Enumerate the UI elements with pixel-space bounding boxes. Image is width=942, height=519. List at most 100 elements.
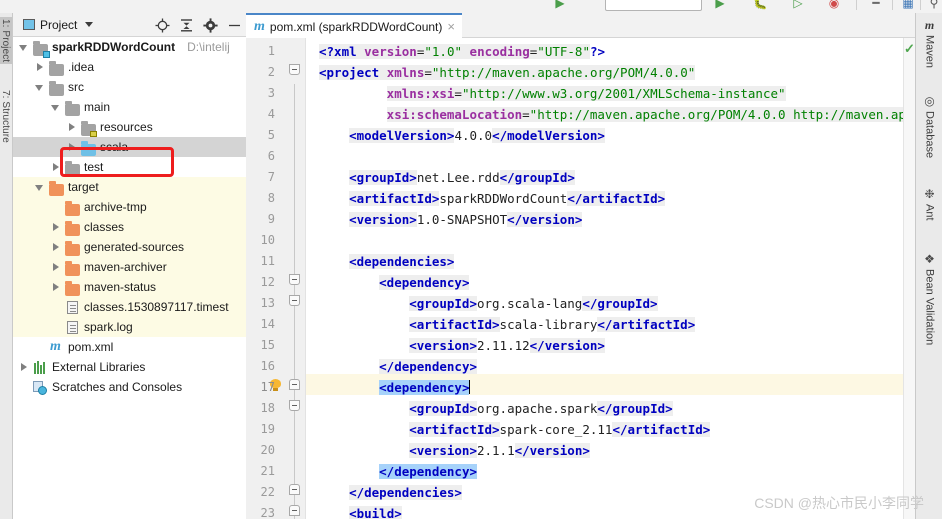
text-file-icon: [65, 321, 80, 334]
strip-item-database[interactable]: ◎ Database: [917, 95, 942, 159]
tree-node-label: External Libraries: [52, 360, 146, 374]
code-lines[interactable]: <?xml version="1.0" encoding="UTF-8"?> <p…: [307, 38, 915, 519]
chevron-down-icon[interactable]: [35, 83, 44, 92]
search-icon[interactable]: ⚲: [926, 0, 942, 11]
chevron-right-icon[interactable]: [51, 243, 60, 252]
code-token: <groupId>: [409, 401, 477, 416]
code-line[interactable]: <groupId>net.Lee.rdd</groupId>: [349, 167, 575, 188]
settings-gear-icon[interactable]: [203, 17, 218, 33]
chevron-down-icon[interactable]: [85, 22, 94, 27]
fold-marker[interactable]: [289, 274, 300, 285]
code-line[interactable]: xmlns:xsi="http://www.w3.org/2001/XMLSch…: [386, 83, 786, 104]
chevron-right-icon[interactable]: [51, 163, 60, 172]
code-area[interactable]: 1 2 3 4 5 6 7 8 9 10 11 12 13 14 15 16 17 18 19 20 21 22 23 <?…: [246, 38, 915, 519]
code-line[interactable]: <dependency>: [379, 272, 470, 293]
strip-item-project[interactable]: 1: Project: [0, 17, 12, 65]
chevron-right-icon[interactable]: [67, 123, 76, 132]
profile-icon[interactable]: ◉: [826, 0, 842, 11]
code-token: </groupId>: [499, 170, 575, 185]
debug-icon[interactable]: 🐛: [752, 0, 768, 11]
strip-item-bean-validation[interactable]: ❖ Bean Validation: [917, 253, 942, 346]
code-line[interactable]: <artifactId>scala-library</artifactId>: [409, 314, 696, 335]
editor-gutter[interactable]: 1 2 3 4 5 6 7 8 9 10 11 12 13 14 15 16 17 18 19 20 21 22 23: [246, 38, 306, 519]
tree-node-classes[interactable]: classes: [13, 217, 246, 237]
tree-node-maven-status[interactable]: maven-status: [13, 277, 246, 297]
tree-node-external-libraries[interactable]: External Libraries: [13, 357, 246, 377]
code-line[interactable]: <artifactId>spark-core_2.11</artifactId>: [409, 419, 711, 440]
chevron-right-icon[interactable]: [51, 263, 60, 272]
code-line[interactable]: <project xmlns="http://maven.apache.org/…: [319, 62, 696, 83]
chevron-right-icon[interactable]: [51, 283, 60, 292]
tree-node-pom-xml[interactable]: m pom.xml: [13, 337, 246, 357]
coverage-icon[interactable]: ▷: [790, 0, 806, 11]
project-tree[interactable]: sparkRDDWordCount D:\intelij .idea src main r…: [13, 37, 246, 519]
code-line[interactable]: <build>: [349, 503, 402, 519]
tree-node-spark-log[interactable]: spark.log: [13, 317, 246, 337]
chevron-right-icon[interactable]: [19, 363, 28, 372]
code-line[interactable]: <artifactId>sparkRDDWordCount</artifactI…: [349, 188, 666, 209]
line-number: 19: [260, 422, 275, 436]
layout-icon[interactable]: ▦: [900, 0, 916, 11]
run-configuration-selector[interactable]: [605, 0, 702, 11]
fold-marker[interactable]: [289, 295, 300, 306]
code-line[interactable]: <groupId>org.apache.spark</groupId>: [409, 398, 673, 419]
run-icon[interactable]: ▶: [552, 0, 568, 11]
close-icon[interactable]: ×: [447, 20, 455, 33]
strip-item-structure[interactable]: 7: Structure: [0, 88, 12, 145]
chevron-right-icon[interactable]: [51, 223, 60, 232]
tree-node-target[interactable]: target: [13, 177, 246, 197]
code-line[interactable]: </dependency>: [379, 356, 477, 377]
strip-item-maven[interactable]: m Maven: [917, 19, 942, 69]
tree-node-archive-tmp[interactable]: archive-tmp: [13, 197, 246, 217]
tree-node-maven-archiver[interactable]: maven-archiver: [13, 257, 246, 277]
locate-icon[interactable]: [155, 18, 170, 33]
tree-node-main[interactable]: main: [13, 97, 246, 117]
tree-node-scratches-and-consoles[interactable]: Scratches and Consoles: [13, 377, 246, 397]
inspection-strip[interactable]: ✓: [903, 38, 915, 519]
fold-marker[interactable]: [289, 505, 300, 516]
code-line[interactable]: <dependency>: [379, 377, 471, 398]
strip-item-ant[interactable]: ❉ Ant: [917, 188, 942, 221]
tree-node-sparkrddwordcount[interactable]: sparkRDDWordCount D:\intelij: [13, 37, 246, 58]
collapse-all-icon[interactable]: [179, 18, 194, 33]
tab-label: pom.xml (sparkRDDWordCount): [269, 19, 443, 34]
chevron-right-icon[interactable]: [67, 143, 76, 152]
tree-node-test[interactable]: test: [13, 157, 246, 177]
fold-marker[interactable]: [289, 400, 300, 411]
fold-marker[interactable]: [289, 379, 300, 390]
fold-marker[interactable]: [289, 64, 300, 75]
tree-node-src[interactable]: src: [13, 77, 246, 97]
hide-icon[interactable]: [227, 18, 242, 33]
project-tab[interactable]: Project: [23, 18, 94, 32]
tree-node--idea[interactable]: .idea: [13, 57, 246, 77]
code-line[interactable]: <?xml version="1.0" encoding="UTF-8"?>: [319, 41, 605, 62]
code-line[interactable]: xsi:schemaLocation="http://maven.apache.…: [386, 104, 906, 125]
tree-node-label: test: [84, 160, 104, 174]
chevron-down-icon[interactable]: [35, 183, 44, 192]
code-line[interactable]: <version>2.11.12</version>: [409, 335, 605, 356]
stop-icon[interactable]: ━: [868, 0, 884, 11]
code-line[interactable]: <groupId>org.scala-lang</groupId>: [409, 293, 658, 314]
tree-node-label: pom.xml: [68, 340, 114, 354]
folder-resources-icon: [81, 121, 97, 137]
tree-node-resources[interactable]: resources: [13, 117, 246, 137]
fold-marker[interactable]: [289, 484, 300, 495]
chevron-right-icon[interactable]: [35, 63, 44, 72]
code-line[interactable]: </dependency>: [379, 461, 477, 482]
code-token: <version>: [409, 338, 477, 353]
tree-node-classes-1530897117-timest[interactable]: classes.1530897117.timest: [13, 297, 246, 317]
code-line[interactable]: </dependencies>: [349, 482, 462, 503]
tree-node-generated-sources[interactable]: generated-sources: [13, 237, 246, 257]
scratches-icon: [33, 381, 48, 395]
code-line[interactable]: <version>1.0-SNAPSHOT</version>: [349, 209, 583, 230]
run-icon-2[interactable]: ▶: [712, 0, 728, 11]
tab-pom-xml[interactable]: m pom.xml (sparkRDDWordCount) ×: [246, 13, 462, 38]
code-token: net.Lee.rdd: [416, 170, 500, 185]
code-line[interactable]: <modelVersion>4.0.0</modelVersion>: [349, 125, 605, 146]
chevron-down-icon[interactable]: [19, 43, 28, 52]
code-line[interactable]: <version>2.1.1</version>: [409, 440, 590, 461]
code-line[interactable]: <dependencies>: [349, 251, 455, 272]
tree-node-scala[interactable]: scala: [13, 137, 246, 157]
code-token: org.scala-lang: [476, 296, 583, 311]
chevron-down-icon[interactable]: [51, 103, 60, 112]
